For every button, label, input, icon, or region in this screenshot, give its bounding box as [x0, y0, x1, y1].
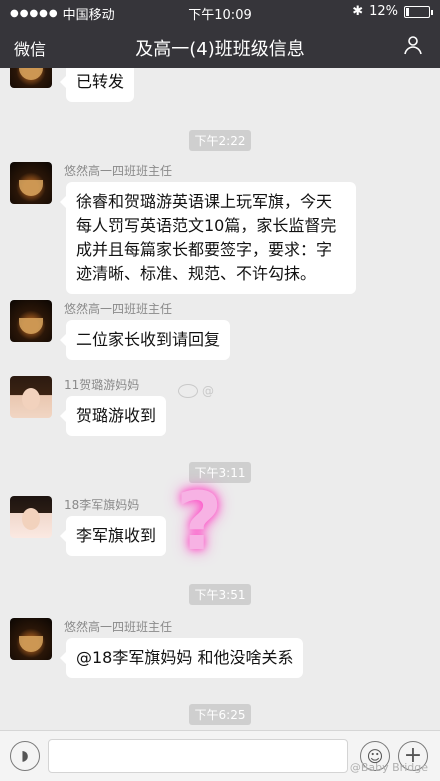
message-bubble[interactable]: 二位家长收到请回复: [59, 320, 231, 360]
nav-bar: 微信 及高一(4)班班级信息: [0, 24, 440, 68]
weibo-icon: [178, 384, 198, 398]
sender-name: 悠然高一四班班主任: [64, 164, 173, 178]
sender-name: 悠然高一四班班主任: [64, 302, 173, 316]
avatar[interactable]: [10, 68, 52, 88]
timestamp: 下午2:22: [0, 130, 440, 151]
timestamp-label: 下午3:51: [188, 584, 252, 605]
chat-title: 及高一(4)班班级信息: [135, 39, 305, 60]
message-bubble[interactable]: @18李军旗妈妈 和他没啥关系: [59, 638, 304, 678]
battery-icon: [404, 5, 433, 18]
sender-name: 11贺璐游妈妈: [64, 378, 140, 392]
avatar[interactable]: [10, 376, 52, 418]
chat-area[interactable]: 已转发 下午2:22 悠然高一四班班主任 徐睿和贺璐游英语课上玩军旗，今天每人罚…: [0, 68, 440, 730]
avatar[interactable]: [10, 496, 52, 538]
avatar-face: [22, 508, 40, 530]
input-bar: ◗ ☺ + @Baby Bridge: [0, 730, 440, 781]
message-input[interactable]: [48, 739, 348, 773]
sender-name: 悠然高一四班班主任: [64, 620, 173, 634]
timestamp-label: 下午6:25: [188, 704, 252, 725]
avatar[interactable]: [10, 618, 52, 660]
message-bubble[interactable]: 徐睿和贺璐游英语课上玩军旗，今天每人罚写英语范文10篇，家长监督完成并且每篇家长…: [60, 182, 356, 294]
timestamp: 下午3:51: [0, 584, 440, 605]
timestamp: 下午6:25: [0, 704, 440, 725]
sender-name: 18李军旗妈妈: [64, 498, 140, 512]
avatar-face: [22, 388, 40, 410]
avatar[interactable]: [10, 162, 52, 204]
watermark-text: @: [202, 384, 214, 398]
bluetooth-icon: ✱: [352, 4, 364, 19]
status-bar: ●●●●● 中国移动 下午10:09 ✱ 12%: [0, 0, 440, 24]
timestamp-label: 下午2:22: [188, 130, 252, 151]
status-right: ✱ 12%: [352, 4, 433, 19]
message-bubble[interactable]: 已转发: [59, 68, 135, 102]
more-icon[interactable]: [402, 34, 424, 56]
voice-icon[interactable]: ◗: [10, 741, 40, 771]
watermark: @: [178, 384, 214, 398]
watermark-bottom: @Baby Bridge: [349, 761, 428, 774]
message-bubble[interactable]: 李军旗收到: [59, 516, 167, 556]
battery-fill: [406, 7, 409, 16]
battery-percent: 12%: [369, 4, 398, 19]
message-bubble[interactable]: 贺璐游收到: [59, 396, 167, 436]
question-mark-overlay: ?: [176, 475, 223, 568]
avatar[interactable]: [10, 300, 52, 342]
